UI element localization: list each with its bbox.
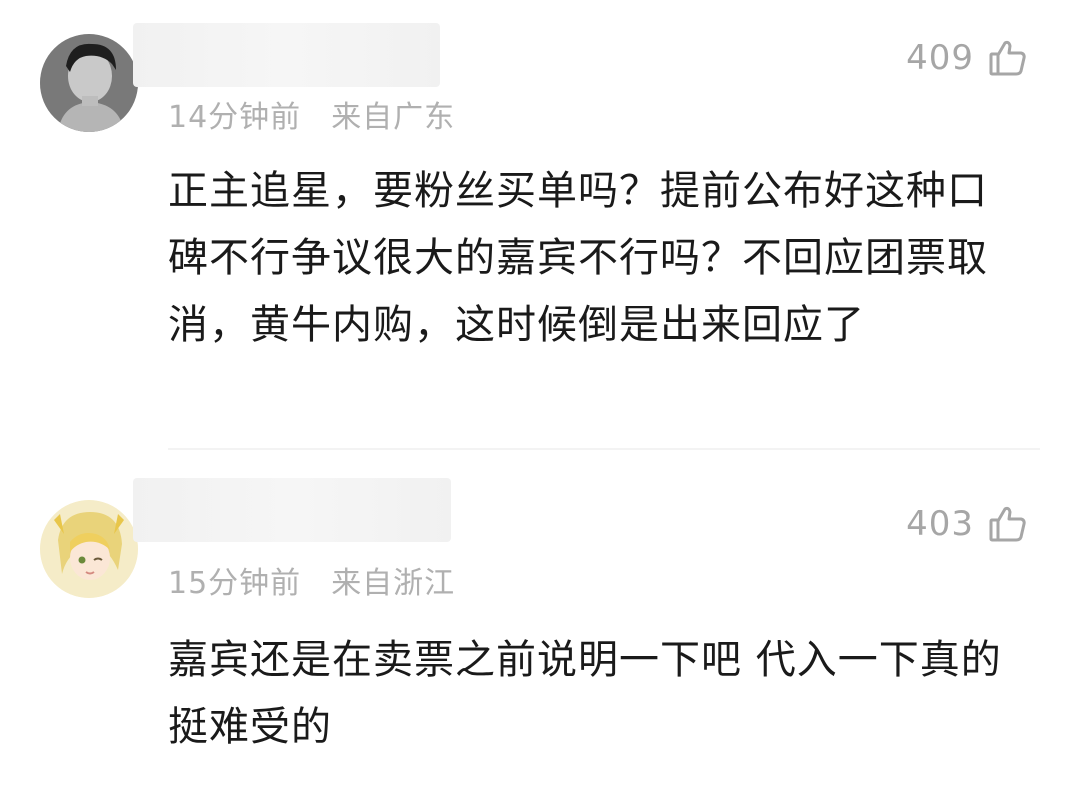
thumbs-up-outline-icon: [988, 38, 1028, 78]
avatar[interactable]: [40, 500, 138, 598]
comment-location: 来自浙江: [331, 566, 456, 601]
comment-text: 正主追星，要粉丝买单吗？提前公布好这种口碑不行争议很大的嘉宾不行吗？不回应团票取…: [168, 168, 988, 348]
comment-meta: 15分钟前 来自浙江: [168, 558, 455, 602]
comment-text: 嘉宾还是在卖票之前说明一下吧 代入一下真的挺难受的: [168, 637, 1002, 750]
comment-time: 14分钟前: [168, 100, 302, 135]
username-blurred: [133, 23, 440, 87]
avatar[interactable]: [40, 34, 138, 132]
like-button[interactable]: 409: [906, 38, 1028, 78]
thumbs-up-outline-icon: [988, 504, 1028, 544]
comment-meta: 14分钟前 来自广东: [168, 92, 455, 136]
like-button[interactable]: 403: [906, 504, 1028, 544]
like-count: 409: [906, 38, 974, 78]
divider: [168, 448, 1040, 450]
username-blurred: [133, 478, 451, 542]
avatar-man-photo-icon: [40, 34, 138, 132]
avatar-anime-girl-icon: [40, 500, 138, 598]
like-count: 403: [906, 504, 974, 544]
comment-time: 15分钟前: [168, 566, 302, 601]
comment-location: 来自广东: [331, 100, 456, 135]
